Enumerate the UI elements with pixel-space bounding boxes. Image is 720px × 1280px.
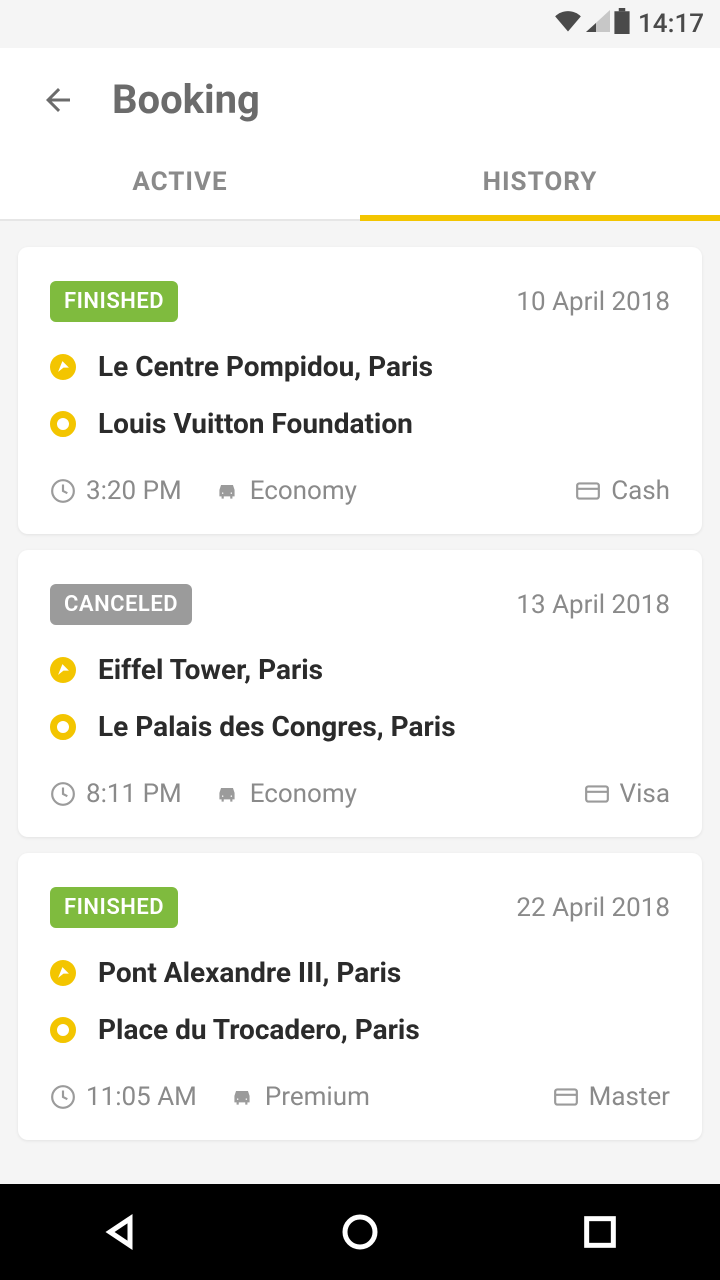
booking-time: 8:11 PM xyxy=(86,779,182,809)
pickup-location: Pont Alexandre III, Paris xyxy=(98,956,401,989)
nav-home-button[interactable] xyxy=(340,1212,380,1252)
meta-left: 8:11 PM Economy xyxy=(50,779,357,809)
status-icons xyxy=(554,8,630,41)
pickup-location: Le Centre Pompidou, Paris xyxy=(98,350,433,383)
pickup-row: Le Centre Pompidou, Paris xyxy=(50,350,670,383)
tab-history[interactable]: HISTORY xyxy=(360,147,720,219)
card-meta: 3:20 PM Economy Cash xyxy=(50,476,670,506)
car-class: Economy xyxy=(250,779,357,809)
car-meta: Premium xyxy=(229,1082,370,1112)
dropoff-icon xyxy=(50,1017,76,1043)
wifi-icon xyxy=(554,9,582,39)
meta-left: 11:05 AM Premium xyxy=(50,1082,370,1112)
payment-method: Master xyxy=(589,1082,670,1112)
status-bar: 14:17 xyxy=(0,0,720,48)
meta-left: 3:20 PM Economy xyxy=(50,476,357,506)
status-badge: CANCELED xyxy=(50,584,192,625)
card-meta: 8:11 PM Economy Visa xyxy=(50,779,670,809)
status-time: 14:17 xyxy=(638,9,704,39)
back-button[interactable] xyxy=(40,82,76,118)
tab-active[interactable]: ACTIVE xyxy=(0,147,360,219)
dropoff-row: Place du Trocadero, Paris xyxy=(50,1013,670,1046)
tabs: ACTIVE HISTORY xyxy=(0,147,720,221)
pickup-icon xyxy=(50,354,76,380)
nav-back-button[interactable] xyxy=(100,1212,140,1252)
nav-recent-button[interactable] xyxy=(580,1212,620,1252)
route: Le Centre Pompidou, Paris Louis Vuitton … xyxy=(50,350,670,440)
pickup-icon xyxy=(50,657,76,683)
time-meta: 8:11 PM xyxy=(50,779,182,809)
car-class: Economy xyxy=(250,476,357,506)
page-title: Booking xyxy=(112,76,260,123)
dropoff-icon xyxy=(50,714,76,740)
card-header: FINISHED 22 April 2018 xyxy=(50,887,670,928)
card-icon xyxy=(575,478,601,504)
booking-date: 10 April 2018 xyxy=(516,287,670,317)
clock-icon xyxy=(50,478,76,504)
booking-card[interactable]: FINISHED 22 April 2018 Pont Alexandre II… xyxy=(18,853,702,1140)
cellular-icon xyxy=(586,9,610,39)
car-icon xyxy=(229,1084,255,1110)
car-icon xyxy=(214,478,240,504)
car-meta: Economy xyxy=(214,476,357,506)
android-nav-bar xyxy=(0,1184,720,1280)
route: Pont Alexandre III, Paris Place du Troca… xyxy=(50,956,670,1046)
car-meta: Economy xyxy=(214,779,357,809)
booking-date: 22 April 2018 xyxy=(516,893,670,923)
payment-method: Visa xyxy=(620,779,670,809)
card-icon xyxy=(584,781,610,807)
time-meta: 3:20 PM xyxy=(50,476,182,506)
card-header: FINISHED 10 April 2018 xyxy=(50,281,670,322)
pickup-icon xyxy=(50,960,76,986)
card-header: CANCELED 13 April 2018 xyxy=(50,584,670,625)
clock-icon xyxy=(50,781,76,807)
payment-method: Cash xyxy=(611,476,670,506)
booking-list: FINISHED 10 April 2018 Le Centre Pompido… xyxy=(0,221,720,1166)
booking-card[interactable]: FINISHED 10 April 2018 Le Centre Pompido… xyxy=(18,247,702,534)
booking-time: 3:20 PM xyxy=(86,476,182,506)
dropoff-location: Louis Vuitton Foundation xyxy=(98,407,413,440)
pickup-row: Pont Alexandre III, Paris xyxy=(50,956,670,989)
dropoff-row: Louis Vuitton Foundation xyxy=(50,407,670,440)
payment-meta: Visa xyxy=(584,779,670,809)
battery-icon xyxy=(614,8,630,41)
dropoff-location: Le Palais des Congres, Paris xyxy=(98,710,456,743)
payment-meta: Master xyxy=(553,1082,670,1112)
booking-time: 11:05 AM xyxy=(86,1082,197,1112)
booking-date: 13 April 2018 xyxy=(516,590,670,620)
car-icon xyxy=(214,781,240,807)
route: Eiffel Tower, Paris Le Palais des Congre… xyxy=(50,653,670,743)
status-badge: FINISHED xyxy=(50,887,178,928)
pickup-location: Eiffel Tower, Paris xyxy=(98,653,323,686)
dropoff-icon xyxy=(50,411,76,437)
card-meta: 11:05 AM Premium Master xyxy=(50,1082,670,1112)
time-meta: 11:05 AM xyxy=(50,1082,197,1112)
status-badge: FINISHED xyxy=(50,281,178,322)
dropoff-location: Place du Trocadero, Paris xyxy=(98,1013,420,1046)
pickup-row: Eiffel Tower, Paris xyxy=(50,653,670,686)
car-class: Premium xyxy=(265,1082,370,1112)
payment-meta: Cash xyxy=(575,476,670,506)
app-bar: Booking xyxy=(0,48,720,147)
booking-card[interactable]: CANCELED 13 April 2018 Eiffel Tower, Par… xyxy=(18,550,702,837)
dropoff-row: Le Palais des Congres, Paris xyxy=(50,710,670,743)
clock-icon xyxy=(50,1084,76,1110)
card-icon xyxy=(553,1084,579,1110)
